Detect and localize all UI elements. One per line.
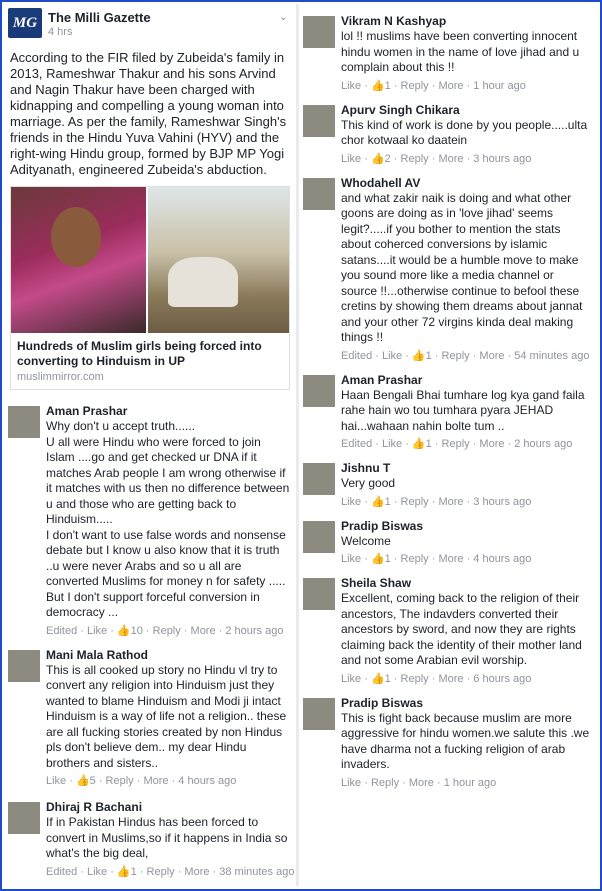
comment: Aman Prashar Why don't u accept truth....… — [4, 404, 296, 638]
comment-text: Welcome — [341, 533, 391, 548]
link-title[interactable]: Hundreds of Muslim girls being forced in… — [11, 333, 289, 369]
avatar[interactable] — [8, 802, 40, 834]
avatar[interactable] — [303, 104, 335, 137]
commenter-name[interactable]: Apurv Singh Chikara — [341, 103, 598, 118]
commenter-name[interactable]: Jishnu T — [341, 461, 598, 476]
comment: Aman Prashar Haan Bengali Bhai tumhare lo… — [299, 373, 598, 452]
village-photo — [148, 187, 289, 333]
page-name[interactable]: The Milli Gazette — [48, 10, 151, 25]
comment-text: Haan Bengali Bhai tumhare log kya gand f… — [341, 387, 585, 433]
comment-text: Why don't u accept truth...... U all wer… — [46, 419, 290, 619]
comment: Dhiraj R Bachani If in Pakistan Hindus ha… — [4, 800, 296, 879]
page-logo[interactable]: MG — [8, 8, 42, 38]
comment: Pradip Biswas This is fight back because … — [299, 696, 598, 790]
comment-text: This is all cooked up story no Hindu vl … — [46, 662, 287, 770]
comment-actions[interactable]: Edited · Like · 👍1 · Reply · More · 54 m… — [341, 349, 598, 363]
avatar[interactable] — [303, 520, 335, 553]
comment-actions[interactable]: Like · 👍1 · Reply · More · 6 hours ago — [341, 672, 598, 686]
commenter-name[interactable]: Mani Mala Rathod — [46, 648, 296, 663]
right-column: Vikram N Kashyap lol !! muslims have been… — [299, 4, 598, 886]
post-text: According to the FIR filed by Zubeida's … — [10, 50, 287, 177]
comment: Vikram N Kashyap lol !! muslims have been… — [299, 14, 598, 93]
comment-actions[interactable]: Edited · Like · 👍10 · Reply · More · 2 h… — [46, 624, 296, 638]
comment-text: This kind of work is done by you people.… — [341, 117, 588, 148]
commenter-name[interactable]: Pradip Biswas — [341, 696, 598, 711]
left-comments: Aman Prashar Why don't u accept truth....… — [4, 404, 296, 879]
comment: Mani Mala Rathod This is all cooked up st… — [4, 648, 296, 789]
link-preview[interactable]: Hundreds of Muslim girls being forced in… — [10, 186, 290, 390]
link-images — [11, 187, 289, 333]
right-comments: Vikram N Kashyap lol !! muslims have been… — [299, 14, 598, 790]
avatar[interactable] — [303, 578, 335, 610]
comment-text: If in Pakistan Hindus has been forced to… — [46, 815, 288, 860]
woman-photo — [11, 187, 147, 333]
avatar[interactable] — [303, 16, 335, 48]
left-column: MG The Milli Gazette 4 hrs ⌄ According t… — [4, 4, 296, 886]
commenter-name[interactable]: Pradip Biswas — [341, 519, 598, 534]
comment-actions[interactable]: Like · Reply · More · 1 hour ago — [341, 776, 598, 790]
avatar[interactable] — [8, 649, 40, 682]
comment: Whodahell AV and what zakir naik is doing… — [299, 176, 598, 363]
comment-text: Very good — [341, 476, 396, 490]
post-header: MG The Milli Gazette 4 hrs ⌄ — [4, 4, 296, 44]
commenter-name[interactable]: Aman Prashar — [341, 373, 598, 388]
comment-actions[interactable]: Like · 👍1 · Reply · More · 3 hours ago — [341, 495, 598, 509]
comment: Sheila Shaw Excellent, coming back to the… — [299, 576, 598, 686]
link-domain: muslimmirror.com — [17, 371, 104, 383]
commenter-name[interactable]: Dhiraj R Bachani — [46, 800, 296, 815]
comment-actions[interactable]: Edited · Like · 👍1 · Reply · More · 2 ho… — [341, 437, 598, 451]
commenter-name[interactable]: Sheila Shaw — [341, 576, 598, 591]
avatar[interactable] — [303, 697, 335, 730]
commenter-name[interactable]: Aman Prashar — [46, 404, 296, 419]
comment-actions[interactable]: Like · 👍1 · Reply · More · 4 hours ago — [341, 552, 598, 566]
chevron-down-icon[interactable]: ⌄ — [279, 10, 288, 23]
comment-actions[interactable]: Like · 👍1 · Reply · More · 1 hour ago — [341, 79, 598, 93]
comment-text: and what zakir naik is doing and what ot… — [341, 190, 583, 345]
post-time[interactable]: 4 hrs — [48, 26, 72, 38]
commenter-name[interactable]: Whodahell AV — [341, 176, 598, 191]
comment: Jishnu T Very good Like · 👍1 · Reply · Mor… — [299, 461, 598, 509]
commenter-name[interactable]: Vikram N Kashyap — [341, 14, 598, 29]
avatar[interactable] — [303, 177, 335, 210]
avatar[interactable] — [303, 374, 335, 407]
comment-text: Excellent, coming back to the religion o… — [341, 591, 582, 667]
comment-text: lol !! muslims have been converting inno… — [341, 29, 580, 74]
comment-actions[interactable]: Edited · Like · 👍1 · Reply · More · 38 m… — [46, 865, 296, 879]
comment: Pradip Biswas Welcome Like · 👍1 · Reply · … — [299, 519, 598, 567]
avatar[interactable] — [8, 406, 40, 438]
comment: Apurv Singh Chikara This kind of work is … — [299, 103, 598, 166]
comment-actions[interactable]: Like · 👍5 · Reply · More · 4 hours ago — [46, 774, 296, 788]
comment-text: This is fight back because muslim are mo… — [341, 710, 590, 772]
comment-actions[interactable]: Like · 👍2 · Reply · More · 3 hours ago — [341, 152, 598, 166]
avatar[interactable] — [303, 463, 335, 495]
